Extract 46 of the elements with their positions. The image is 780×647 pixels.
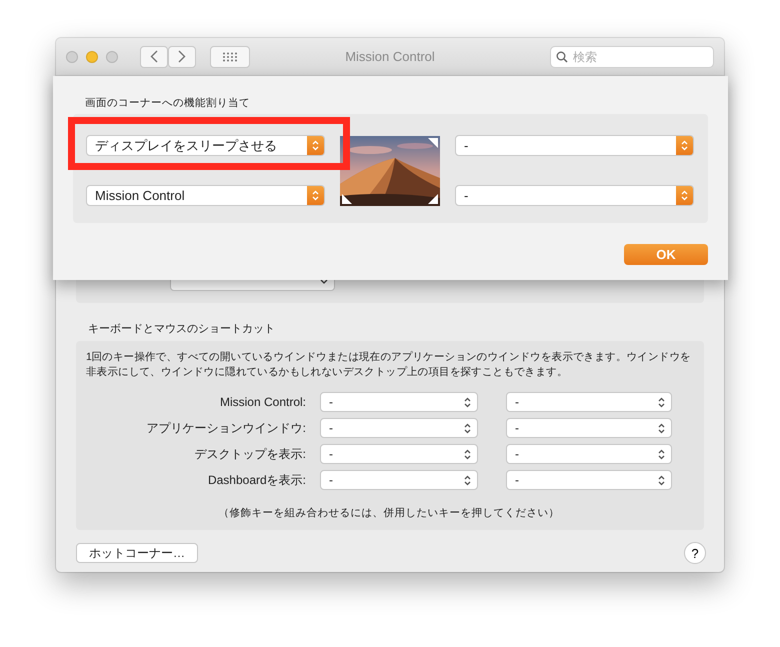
grid-button[interactable] <box>210 46 250 68</box>
keyboard-select[interactable]: - <box>320 444 478 464</box>
grid-icon <box>222 52 238 62</box>
section-title: 画面のコーナーへの機能割り当て <box>85 96 251 110</box>
stepper-icon <box>464 396 471 408</box>
description-text: 1回のキー操作で、すべての開いているウインドウまたは現在のアプリケーションのウインドウを表示できます。ウインドウを非表示にして、ウインドウに隠れているかもしれないデスクトップ上の項目を探すこともできます。 <box>86 350 692 380</box>
section-title: キーボードとマウスのショートカット <box>88 322 276 336</box>
shortcut-label: Dashboardを表示: <box>206 472 306 488</box>
mouse-select[interactable]: - <box>506 392 672 412</box>
mouse-select[interactable]: - <box>506 470 672 490</box>
mouse-select[interactable]: - <box>506 418 672 438</box>
window-title: Mission Control <box>345 49 435 64</box>
mouse-select[interactable]: - <box>506 444 672 464</box>
stepper-icon <box>464 448 471 460</box>
corner-select[interactable]: - <box>455 135 694 156</box>
chevron-left-icon <box>150 50 158 63</box>
search-icon <box>556 50 568 62</box>
stepper-icon <box>658 422 665 434</box>
shortcut-label: アプリケーションウインドウ: <box>146 420 306 436</box>
stepper-icon <box>464 422 471 434</box>
stepper-icon <box>658 474 665 486</box>
corner-select[interactable]: - <box>455 185 694 206</box>
shortcut-label: Mission Control: <box>218 395 306 409</box>
stepper-icon <box>658 448 665 460</box>
back-button[interactable] <box>140 46 168 68</box>
shortcut-label: デスクトップを表示: <box>194 446 306 462</box>
keyboard-select[interactable]: - <box>320 418 478 438</box>
forward-button[interactable] <box>168 46 196 68</box>
help-button[interactable]: ? <box>684 542 706 564</box>
minimize-light-icon[interactable] <box>86 50 98 62</box>
corner-select[interactable]: ディスプレイをスリープさせる <box>86 135 325 156</box>
modifier-note: （修飾キーを組み合わせるには、併用したいキーを押してください） <box>218 506 560 520</box>
keyboard-select[interactable]: - <box>320 392 478 412</box>
corner-select[interactable]: Mission Control <box>86 185 325 206</box>
zoom-light-icon[interactable] <box>106 50 118 62</box>
keyboard-select[interactable]: - <box>320 470 478 490</box>
close-light-icon[interactable] <box>66 50 78 62</box>
chevron-right-icon <box>178 50 186 63</box>
stepper-icon <box>312 140 319 151</box>
stepper-icon <box>681 140 688 151</box>
stepper-icon <box>464 474 471 486</box>
stepper-icon <box>681 190 688 201</box>
stepper-icon <box>312 190 319 201</box>
hot-corners-button[interactable]: ホットコーナー… <box>76 543 198 563</box>
search-field[interactable]: 検索 <box>550 46 714 68</box>
stepper-icon <box>658 396 665 408</box>
